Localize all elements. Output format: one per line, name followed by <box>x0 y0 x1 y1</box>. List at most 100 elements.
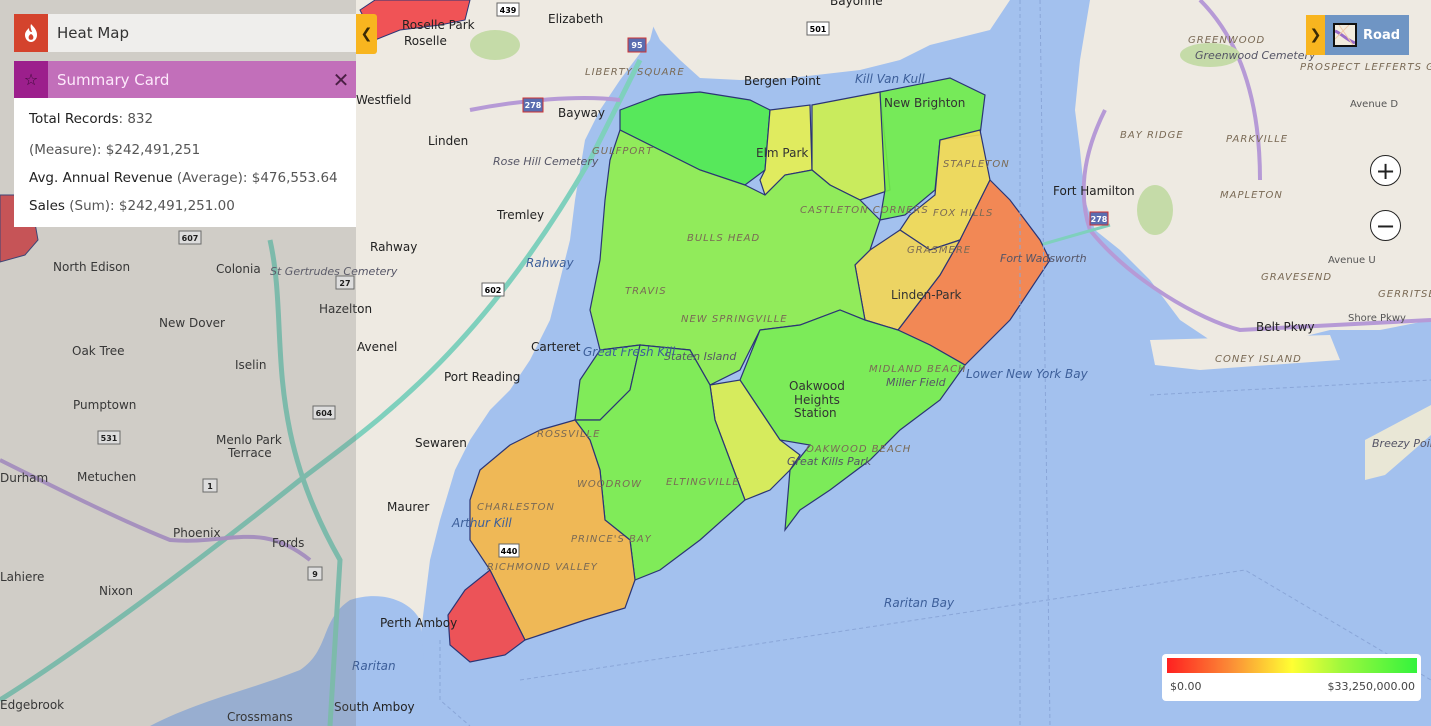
heat-map-title: Heat Map <box>57 24 130 42</box>
place-label: Carteret <box>531 340 581 354</box>
place-label: RICHMOND VALLEY <box>487 562 598 573</box>
place-label: TRAVIS <box>625 286 667 297</box>
place-label: BULLS HEAD <box>687 233 760 244</box>
map-style-label: Road <box>1363 27 1401 43</box>
place-label: LIBERTY SQUARE <box>585 67 685 78</box>
shield-icon: 439 <box>496 2 520 17</box>
place-label: Fort Hamilton <box>1053 184 1135 198</box>
summary-label: Sales <box>29 198 65 214</box>
place-label: Miller Field <box>886 376 947 389</box>
place-label: Westfield <box>356 93 411 107</box>
place-label: OAKWOOD BEACH <box>806 444 911 455</box>
place-label: Great Kills Park <box>787 455 872 468</box>
shield-icon: 501 <box>806 21 830 36</box>
summary-label: Avg. Annual Revenue <box>29 170 173 186</box>
map-style-selector[interactable]: ❯ Road <box>1306 15 1409 55</box>
place-label: ELTINGVILLE <box>666 477 740 488</box>
shield-icon: 602 <box>481 282 505 297</box>
place-label: Rahway <box>526 256 574 270</box>
place-label: Raritan Bay <box>884 596 955 610</box>
summary-row-avg-annual-revenue: Avg. Annual Revenue (Average): $476,553.… <box>29 170 338 186</box>
place-label: WOODROW <box>577 479 642 490</box>
chevron-left-icon: ❮ <box>360 26 373 42</box>
place-label: Avenue D <box>1350 99 1398 110</box>
summary-qualifier: (Sum) <box>69 198 111 214</box>
place-label: Oakwood <box>789 379 845 393</box>
summary-row-measure: (Measure): $242,491,251 <box>29 142 201 158</box>
place-label: GREENWOOD <box>1188 35 1265 46</box>
svg-text:602: 602 <box>485 286 502 295</box>
place-label: Heights <box>794 393 840 407</box>
place-label: Maurer <box>387 500 429 514</box>
place-label: Linden-Park <box>891 288 962 302</box>
place-label: Fort Wadsworth <box>1000 252 1087 265</box>
place-label: Rahway <box>370 240 417 254</box>
place-label: Raritan <box>352 659 396 673</box>
zoom-out-button[interactable]: − <box>1370 210 1401 241</box>
place-label: NEW SPRINGVILLE <box>681 314 788 325</box>
svg-text:501: 501 <box>810 25 827 34</box>
place-label: Station <box>794 406 837 420</box>
plus-icon: + <box>1375 156 1396 185</box>
place-label: Linden <box>428 134 468 148</box>
map-style-road-button[interactable]: Road <box>1325 15 1409 55</box>
place-label: Lower New York Bay <box>966 367 1089 381</box>
place-label: Great Fresh Kill <box>583 345 676 359</box>
place-label: Rose Hill Cemetery <box>493 155 599 168</box>
place-label: Elm Park <box>756 146 808 160</box>
road-map-thumbnail-icon <box>1333 23 1357 47</box>
panel-collapse-button[interactable]: ❮ <box>356 14 377 54</box>
place-label: Belt Pkwy <box>1256 320 1315 334</box>
shield-icon: 440 <box>498 543 520 558</box>
place-label: Breezy Point Park <box>1372 437 1431 450</box>
shield-icon: 95 <box>627 37 647 53</box>
place-label: CHARLESTON <box>477 502 555 513</box>
place-label: FOX HILLS <box>933 208 993 219</box>
place-label: CASTLETON CORNERS <box>800 205 929 216</box>
place-label: Tremley <box>496 208 544 222</box>
summary-value: $476,553.64 <box>251 170 338 186</box>
place-label: Sewaren <box>415 436 467 450</box>
summary-card-header[interactable]: ☆ Summary Card ✕ <box>14 61 356 98</box>
place-label: Elizabeth <box>548 12 603 26</box>
place-label: PARKVILLE <box>1226 134 1288 145</box>
place-label: BAY RIDGE <box>1120 130 1184 141</box>
summary-qualifier: (Average) <box>176 170 243 186</box>
minus-icon: − <box>1375 211 1396 240</box>
summary-value: 832 <box>127 111 154 127</box>
summary-row-total-records: Total Records: 832 <box>29 111 154 127</box>
summary-value: $242,491,251.00 <box>118 198 235 214</box>
zoom-in-button[interactable]: + <box>1370 155 1401 186</box>
place-label: Bayway <box>558 106 605 120</box>
place-label: STAPLETON <box>943 159 1010 170</box>
svg-text:278: 278 <box>1091 215 1108 224</box>
place-label: Perth Amboy <box>380 616 457 630</box>
place-label: Roselle <box>404 34 447 48</box>
svg-text:440: 440 <box>501 547 518 556</box>
legend-max-label: $33,250,000.00 <box>1327 680 1415 693</box>
svg-text:278: 278 <box>525 101 542 110</box>
place-label: Roselle Park <box>402 18 475 32</box>
summary-qualifier: (Measure) <box>29 142 97 158</box>
star-icon: ☆ <box>14 61 48 98</box>
summary-value: $242,491,251 <box>105 142 201 158</box>
place-label: New Brighton <box>884 96 965 110</box>
place-label: GRAVESEND <box>1261 272 1332 283</box>
summary-card-body: Total Records: 832 (Measure): $242,491,2… <box>14 98 356 227</box>
place-label: MAPLETON <box>1220 190 1283 201</box>
chevron-right-icon[interactable]: ❯ <box>1306 15 1325 55</box>
summary-label: Total Records <box>29 111 119 127</box>
flame-icon <box>14 14 48 52</box>
place-label: Arthur Kill <box>451 516 512 530</box>
svg-text:95: 95 <box>631 41 643 50</box>
place-label: Port Reading <box>444 370 520 384</box>
place-label: Bayonne <box>830 0 883 8</box>
summary-row-sales: Sales (Sum): $242,491,251.00 <box>29 198 235 214</box>
place-label: PRINCE'S BAY <box>571 534 652 545</box>
place-label: PROSPECT LEFFERTS GARDENS <box>1300 62 1431 73</box>
heat-map-panel-header[interactable]: Heat Map <box>14 14 356 52</box>
close-icon[interactable]: ✕ <box>326 68 356 92</box>
place-label: CONEY ISLAND <box>1215 354 1302 365</box>
place-label: MIDLAND BEACH <box>869 364 967 375</box>
place-label: GRASMERE <box>907 245 971 256</box>
